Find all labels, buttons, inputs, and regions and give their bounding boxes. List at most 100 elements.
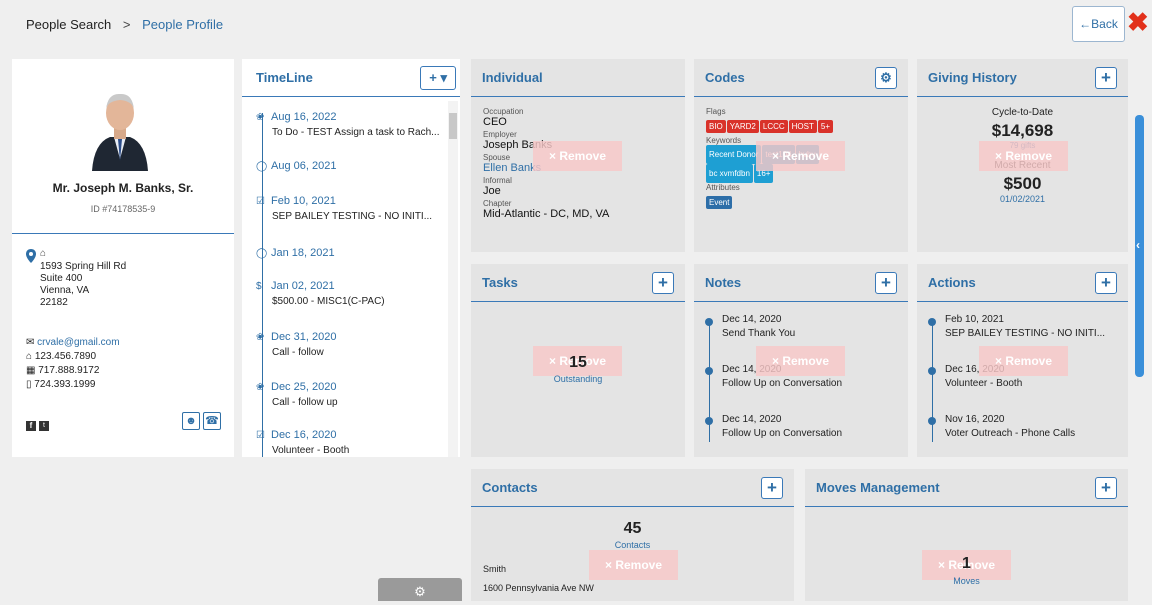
keyword-tag: bc xvmfdbn [706, 164, 753, 183]
note-desc: Follow Up on Conversation [722, 428, 843, 439]
actions-card: Actions + Feb 10, 2021 SEP BAILEY TESTING … [917, 264, 1128, 457]
add-action-button[interactable]: + [1095, 271, 1117, 294]
add-move-button[interactable]: + [1095, 476, 1117, 499]
avatar [88, 79, 152, 171]
chapter-label: Chapter [483, 199, 512, 208]
note-item[interactable]: Dec 14, 2020 Follow Up on Conversation [722, 414, 842, 439]
timeline-desc: Call - follow [272, 347, 324, 358]
timeline-date: Jan 02, 2021 [271, 280, 335, 292]
timeline-add-button[interactable]: + ▾ [420, 65, 456, 90]
close-icon[interactable]: ✖ [1127, 9, 1149, 35]
note-date: Dec 14, 2020 [722, 414, 782, 425]
timeline-date: Dec 25, 2020 [271, 381, 337, 393]
add-task-button[interactable]: + [652, 271, 674, 294]
call-icon[interactable]: ☎ [203, 412, 221, 430]
address: 1593 Spring Hill Rd Suite 400 Vienna, VA… [40, 261, 126, 309]
timeline-item[interactable]: ❀ Dec 25, 2020 Call - follow up [256, 381, 338, 408]
profile-id: ID #74178535-9 [90, 204, 156, 214]
action-bullet [928, 417, 936, 425]
work-phone-icon: ▦ [26, 365, 36, 376]
timeline-date: Dec 16, 2020 [271, 429, 337, 441]
notes-title: Notes [705, 275, 742, 290]
dollar-icon: $ [256, 281, 262, 292]
note-bullet [705, 367, 713, 375]
occupation-value: CEO [483, 116, 507, 128]
timeline-scrollbar[interactable] [448, 101, 458, 457]
moves-management-card: Moves Management + × Remove 1 Moves [805, 469, 1128, 601]
note-item[interactable]: Dec 14, 2020 Send Thank You [722, 314, 795, 339]
breadcrumb-people-search[interactable]: People Search [26, 17, 111, 32]
timeline-date: Feb 10, 2021 [271, 195, 336, 207]
moves-count: 1 [962, 555, 971, 572]
cycle-to-date-label: Cycle-to-Date [991, 107, 1054, 118]
flag-tag: LCCC [759, 120, 788, 133]
action-desc: Voter Outreach - Phone Calls [945, 428, 1076, 439]
address-zip: 22182 [40, 297, 68, 308]
pin-icon: ❀ [256, 382, 265, 393]
email-link[interactable]: crvale@gmail.com [37, 337, 119, 348]
contact-info: ✉ crvale@gmail.com ⌂ 123.456.7890 ▦ 717.… [26, 336, 120, 392]
action-item[interactable]: Feb 10, 2021 SEP BAILEY TESTING - NO INIT… [945, 314, 1105, 339]
flag-tag: 5+ [817, 120, 834, 133]
home-phone-icon: ⌂ [26, 351, 33, 362]
tasks-outstanding-link[interactable]: Outstanding [471, 374, 685, 384]
occupation-label: Occupation [483, 107, 524, 116]
flag-tag: HOST [788, 120, 817, 133]
contact-name: Smith [483, 564, 507, 574]
action-item[interactable]: Nov 16, 2020 Voter Outreach - Phone Calls [945, 414, 1075, 439]
actions-title: Actions [928, 275, 976, 290]
timeline-item[interactable]: $ Jan 02, 2021 $500.00 - MISC1(C-PAC) [256, 280, 385, 307]
action-bullet [928, 318, 936, 326]
action-date: Nov 16, 2020 [945, 414, 1005, 425]
timeline-item[interactable]: ☑ Feb 10, 2021 SEP BAILEY TESTING - NO INI… [256, 195, 432, 222]
moves-link[interactable]: Moves [805, 576, 1128, 586]
timeline-title: TimeLine [256, 70, 313, 85]
most-recent-date: 01/02/2021 [999, 194, 1046, 204]
facebook-icon[interactable]: f [26, 421, 36, 431]
codes-card: Codes ⚙ Flags BIO YARD2 LCCC HOST 5+ Keywords… [694, 59, 908, 252]
note-bullet [705, 417, 713, 425]
contacts-link[interactable]: Contacts [471, 540, 794, 550]
gear-icon: ⚙ [414, 584, 426, 599]
contact-card-icon[interactable]: ☻ [182, 412, 200, 430]
note-date: Dec 14, 2020 [722, 314, 782, 325]
gear-icon[interactable]: ⚙ [875, 66, 897, 89]
add-note-button[interactable]: + [875, 271, 897, 294]
attributes-label: Attributes [706, 183, 740, 192]
breadcrumb-people-profile[interactable]: People Profile [142, 17, 223, 32]
action-desc: Volunteer - Booth [945, 378, 1023, 389]
note-desc: Follow Up on Conversation [722, 378, 843, 389]
add-giving-button[interactable]: + [1095, 66, 1117, 89]
remove-actions-button[interactable]: × Remove [979, 346, 1068, 376]
remove-notes-button[interactable]: × Remove [756, 346, 845, 376]
timeline-item[interactable]: ◯ Jan 18, 2021 [256, 247, 335, 259]
timeline-item[interactable]: ❀ Aug 16, 2022 To Do - TEST Assign a task … [256, 111, 439, 138]
checkbox-icon: ☑ [256, 430, 265, 441]
home-icon: ⌂ [40, 248, 47, 259]
twitter-icon[interactable]: t [39, 421, 49, 431]
contacts-title: Contacts [482, 480, 538, 495]
profile-name: Mr. Joseph M. Banks, Sr. [52, 181, 194, 195]
timeline-item[interactable]: ☑ Dec 16, 2020 Volunteer - Booth [256, 429, 349, 456]
mobile-phone: 724.393.1999 [34, 379, 96, 390]
add-contact-button[interactable]: + [761, 476, 783, 499]
back-button[interactable]: ←Back [1072, 6, 1125, 42]
remove-giving-button[interactable]: × Remove [979, 141, 1068, 171]
map-pin-icon[interactable] [26, 249, 36, 263]
timeline-item[interactable]: ❀ Dec 31, 2020 Call - follow [256, 331, 336, 358]
flag-tag: YARD2 [726, 120, 759, 133]
attribute-tag: Event [706, 196, 733, 209]
note-bullet [705, 318, 713, 326]
collapse-chevron-icon[interactable]: ‹ [1136, 238, 1140, 252]
timeline-item[interactable]: ◯ Aug 06, 2021 [256, 160, 336, 172]
timeline-date: Aug 06, 2021 [271, 160, 337, 172]
settings-tab[interactable]: ⚙ [378, 578, 462, 601]
remove-contacts-button[interactable]: × Remove [589, 550, 678, 580]
timeline-desc: $500.00 - MISC1(C-PAC) [272, 296, 385, 307]
tasks-title: Tasks [482, 275, 518, 290]
individual-title: Individual [482, 70, 543, 85]
remove-individual-button[interactable]: × Remove [533, 141, 622, 171]
timeline-desc: Call - follow up [272, 397, 338, 408]
remove-codes-button[interactable]: × Remove [756, 141, 845, 171]
chat-icon: ◯ [256, 248, 268, 259]
